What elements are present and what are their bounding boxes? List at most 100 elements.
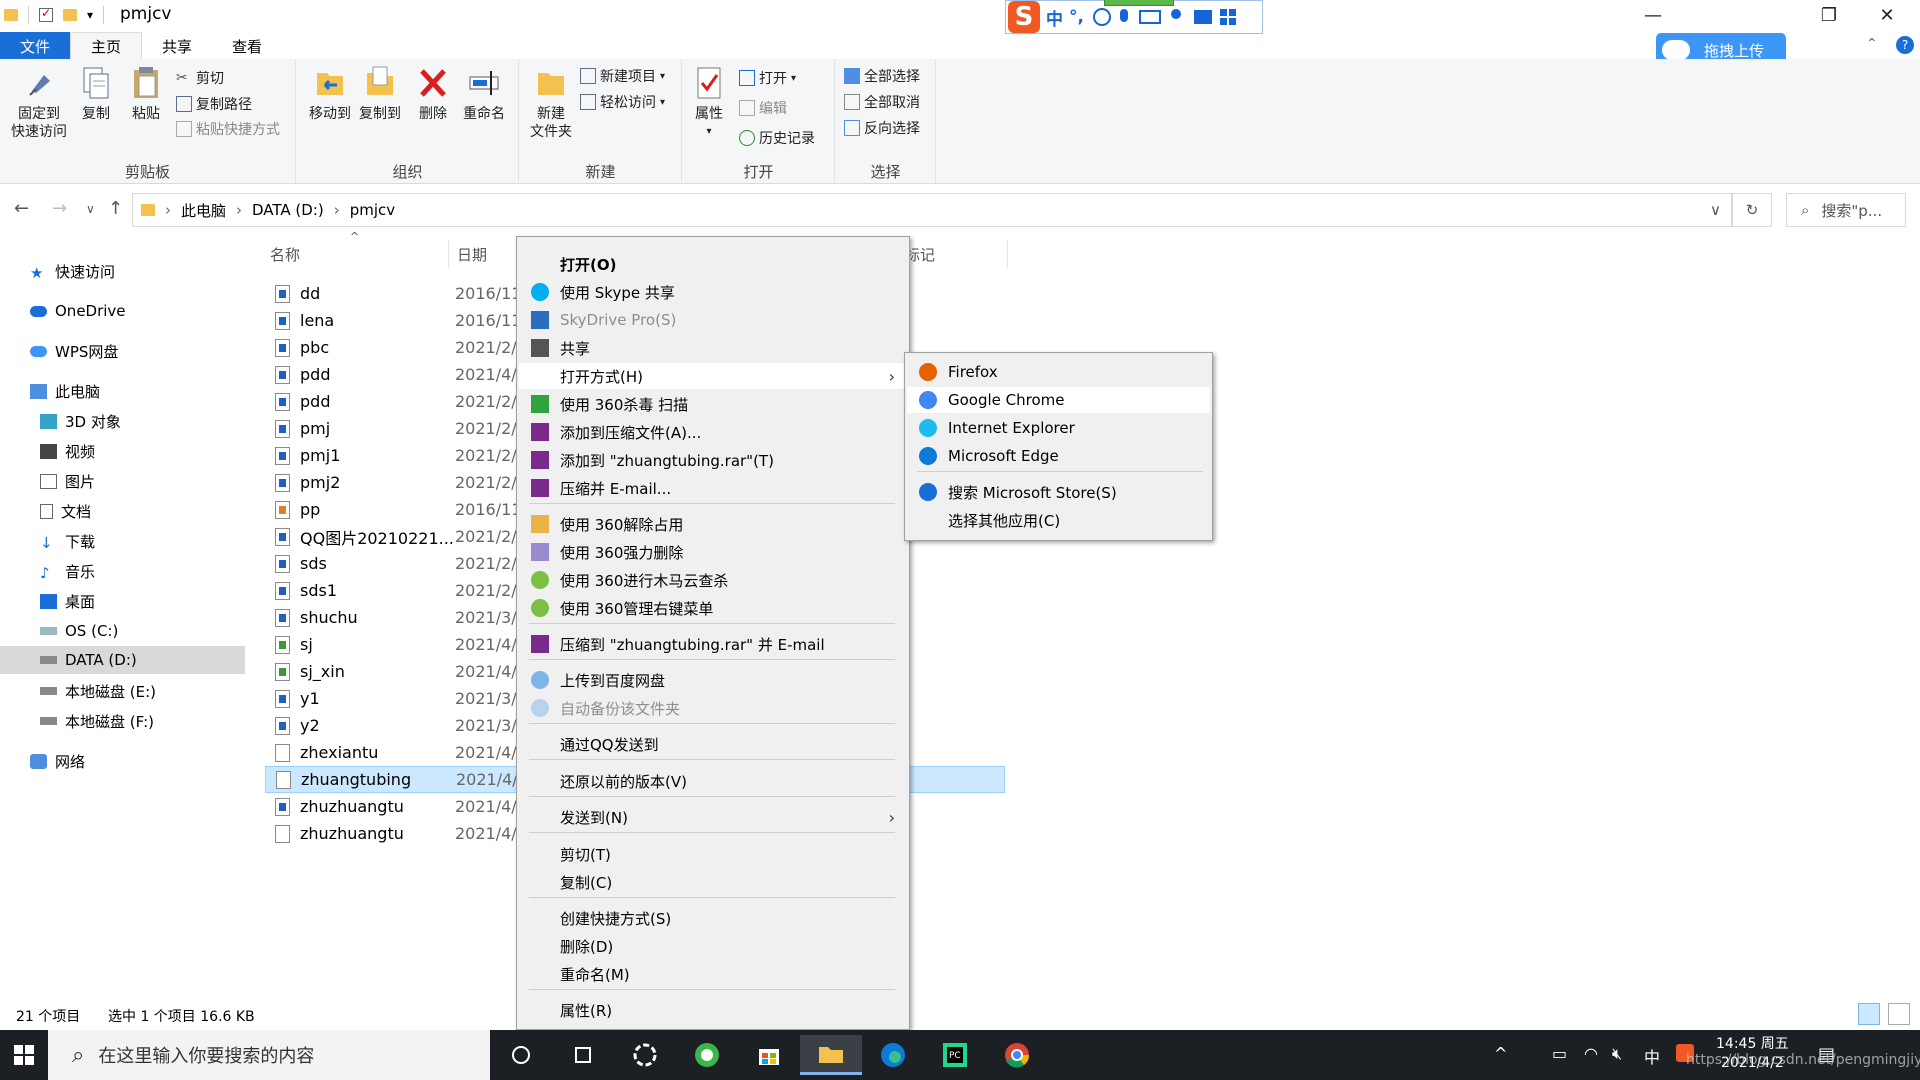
open-with-store[interactable]: 搜索 Microsoft Store(S) <box>907 479 1210 505</box>
nav-wps[interactable]: WPS网盘 <box>30 337 118 365</box>
move-to-button[interactable]: 移动到 <box>305 65 355 123</box>
edit-button[interactable]: 编辑 <box>739 97 787 119</box>
menu-item-unlock360[interactable]: 使用 360解除占用 <box>519 511 907 537</box>
copy-to-button[interactable]: 复制到 <box>355 65 405 123</box>
chrome-icon[interactable] <box>986 1035 1048 1075</box>
new-item-button[interactable]: 新建项目 ▾ <box>580 65 665 87</box>
menu-item-open[interactable]: 打开(O) <box>519 251 907 277</box>
nav-documents[interactable]: 文档 <box>40 497 91 525</box>
paste-button[interactable]: 粘贴 <box>126 65 166 123</box>
breadcrumb-pmjcv[interactable]: pmjcv <box>350 201 395 219</box>
menu-item-skydrive[interactable]: SkyDrive Pro(S) <box>519 307 907 333</box>
ime-indicator[interactable]: 中 <box>1644 1044 1660 1068</box>
cortana-icon[interactable] <box>490 1035 552 1075</box>
details-view-icon[interactable] <box>1858 1003 1880 1025</box>
column-header-name[interactable]: 名称 <box>270 244 300 265</box>
nav-downloads[interactable]: ↓ 下载 <box>40 527 95 555</box>
restore-button[interactable]: ❐ <box>1800 0 1858 30</box>
menu-item-shred360[interactable]: 使用 360强力删除 <box>519 539 907 565</box>
nav-pictures[interactable]: 图片 <box>40 467 95 495</box>
search-box[interactable]: ⌕ 搜索"p... <box>1786 193 1906 227</box>
menu-item-compress-email[interactable]: 压缩并 E-mail... <box>519 475 907 501</box>
menu-item-add-rar[interactable]: 添加到 "zhuangtubing.rar"(T) <box>519 447 907 473</box>
address-dropdown-chevron-icon[interactable]: ∨ <box>1710 201 1721 219</box>
task-view-icon[interactable] <box>552 1035 614 1075</box>
properties-quick-icon[interactable] <box>39 6 53 22</box>
history-button[interactable]: 历史记录 <box>739 127 815 149</box>
copy-path-button[interactable]: 复制路径 <box>176 93 252 115</box>
menu-item-skype[interactable]: 使用 Skype 共享 <box>519 279 907 305</box>
breadcrumb-this-pc[interactable]: 此电脑 <box>181 200 226 221</box>
open-with-firefox[interactable]: Firefox <box>907 359 1210 385</box>
new-folder-button[interactable]: 新建 文件夹 <box>526 65 576 141</box>
menu-item-copy[interactable]: 复制(C) <box>519 869 907 895</box>
nav-videos[interactable]: 视频 <box>40 437 95 465</box>
menu-item-rename[interactable]: 重命名(M) <box>519 961 907 987</box>
nav-drive-d[interactable]: DATA (D:) <box>0 646 245 674</box>
column-header-date[interactable]: 日期 <box>457 244 487 265</box>
ime-tool-icons[interactable] <box>1090 6 1240 28</box>
taskbar-search-box[interactable]: ⌕ 在这里输入你要搜索的内容 <box>48 1030 490 1080</box>
nav-desktop[interactable]: 桌面 <box>40 587 95 615</box>
pycharm-icon[interactable]: PC <box>924 1035 986 1075</box>
address-bar[interactable]: › 此电脑 › DATA (D:) › pmjcv ∨ <box>132 193 1732 227</box>
menu-item-compress-rar-email[interactable]: 压缩到 "zhuangtubing.rar" 并 E-mail <box>519 631 907 657</box>
microsoft-store-icon[interactable] <box>738 1035 800 1075</box>
paste-shortcut-button[interactable]: 粘贴快捷方式 <box>176 118 280 140</box>
open-button[interactable]: 打开 ▾ <box>739 67 796 89</box>
tab-share[interactable]: 共享 <box>142 32 212 60</box>
menu-item-scan360[interactable]: 使用 360杀毒 扫描 <box>519 391 907 417</box>
open-with-other[interactable]: 选择其他应用(C) <box>907 507 1210 533</box>
nav-network[interactable]: 网络 <box>30 747 85 775</box>
customize-toolbar-dropdown[interactable]: ▾ <box>87 8 93 22</box>
large-icons-view-icon[interactable] <box>1888 1003 1910 1025</box>
nav-drive-f[interactable]: 本地磁盘 (F:) <box>40 707 154 735</box>
delete-button[interactable]: 删除 <box>413 65 453 123</box>
recent-locations-chevron-icon[interactable]: ∨ <box>86 202 95 216</box>
up-arrow-icon[interactable]: ↑ <box>108 198 123 219</box>
show-hidden-icons-chevron-icon[interactable]: ^ <box>1494 1044 1507 1063</box>
close-button[interactable]: ✕ <box>1858 0 1916 30</box>
open-with-edge[interactable]: Microsoft Edge <box>907 443 1210 469</box>
menu-item-delete[interactable]: 删除(D) <box>519 933 907 959</box>
easy-access-button[interactable]: 轻松访问 ▾ <box>580 91 665 113</box>
select-none-button[interactable]: 全部取消 <box>844 91 920 113</box>
help-icon[interactable]: ? <box>1896 36 1914 54</box>
column-divider[interactable] <box>448 240 449 268</box>
wifi-icon[interactable]: ◠ <box>1584 1044 1598 1063</box>
menu-item-add-archive[interactable]: 添加到压缩文件(A)... <box>519 419 907 445</box>
menu-item-baidu-upload[interactable]: 上传到百度网盘 <box>519 667 907 693</box>
nav-this-pc[interactable]: 此电脑 <box>30 377 100 405</box>
menu-item-trojan360[interactable]: 使用 360进行木马云查杀 <box>519 567 907 593</box>
cut-button[interactable]: ✂ 剪切 <box>176 67 224 89</box>
open-with-chrome[interactable]: Google Chrome <box>907 387 1210 413</box>
menu-item-share[interactable]: 共享 <box>519 335 907 361</box>
pinwheel-app-icon[interactable] <box>614 1035 676 1075</box>
file-explorer-icon[interactable] <box>800 1035 862 1075</box>
ime-punctuation[interactable]: °, <box>1069 7 1084 27</box>
breadcrumb-data-d[interactable]: DATA (D:) <box>252 201 324 219</box>
menu-item-restore[interactable]: 还原以前的版本(V) <box>519 768 907 794</box>
refresh-icon[interactable]: ↻ <box>1732 193 1772 227</box>
windows-start-icon[interactable] <box>0 1035 48 1075</box>
360-browser-icon[interactable] <box>676 1035 738 1075</box>
menu-item-send-qq[interactable]: 通过QQ发送到 <box>519 731 907 757</box>
collapse-ribbon-icon[interactable]: ⌃ <box>1866 36 1884 54</box>
properties-button[interactable]: 属性 ▾ <box>689 65 729 141</box>
nav-music[interactable]: ♪ 音乐 <box>40 557 95 585</box>
tab-view[interactable]: 查看 <box>212 32 282 60</box>
menu-item-create-shortcut[interactable]: 创建快捷方式(S) <box>519 905 907 931</box>
copy-button[interactable]: 复制 <box>76 65 116 123</box>
nav-onedrive[interactable]: OneDrive <box>30 297 126 325</box>
minimize-button[interactable]: — <box>1624 0 1682 30</box>
menu-item-send-to[interactable]: 发送到(N) › <box>519 804 907 830</box>
rename-button[interactable]: 重命名 <box>459 65 509 123</box>
column-divider[interactable] <box>1007 240 1008 268</box>
tab-home[interactable]: 主页 <box>70 32 143 60</box>
nav-drive-e[interactable]: 本地磁盘 (E:) <box>40 677 156 705</box>
menu-item-baidu-backup[interactable]: 自动备份该文件夹 <box>519 695 907 721</box>
nav-quick-access[interactable]: ★ 快速访问 <box>30 257 115 285</box>
menu-item-manage360[interactable]: 使用 360管理右键菜单 <box>519 595 907 621</box>
pin-quick-access-button[interactable]: 固定到 快速访问 <box>8 65 70 141</box>
select-all-button[interactable]: 全部选择 <box>844 65 920 87</box>
